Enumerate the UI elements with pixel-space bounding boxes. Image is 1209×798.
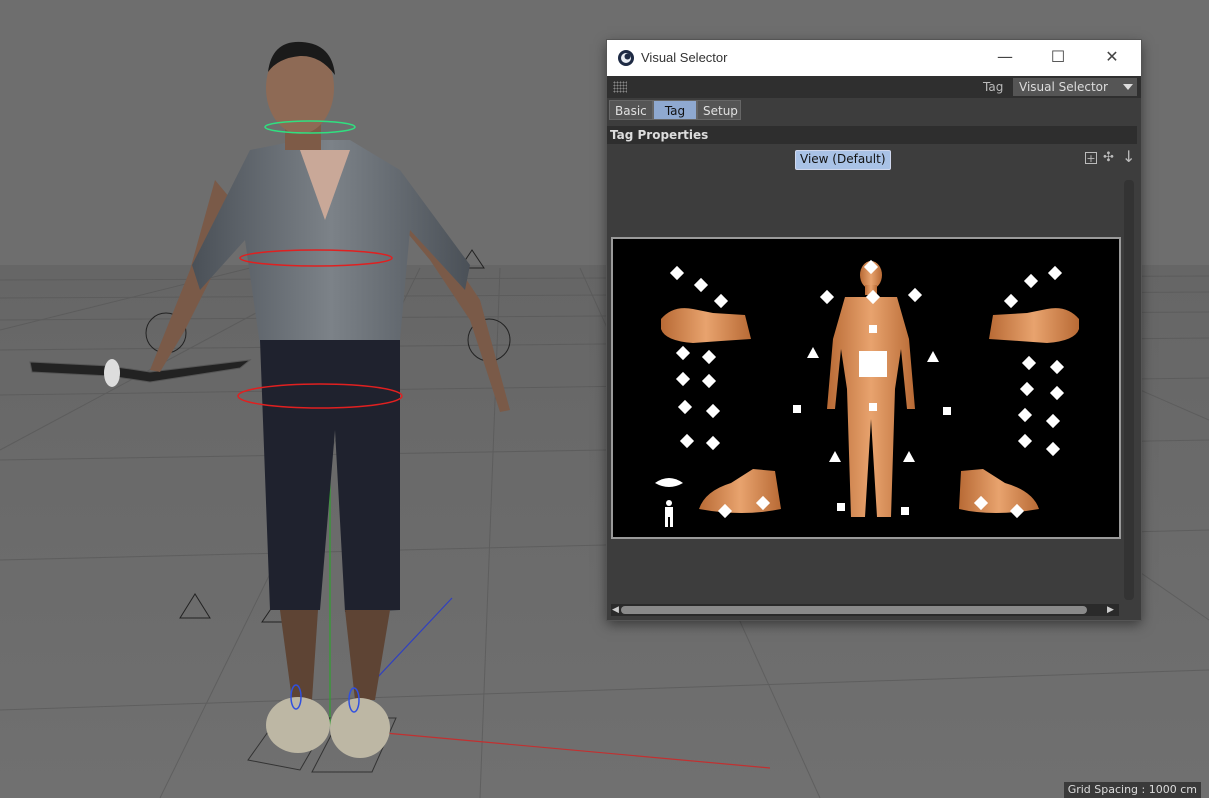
tab-setup[interactable]: Setup [697,100,741,120]
section-header[interactable]: Tag Properties [607,126,1137,144]
left-sandal [266,697,330,753]
grid-spacing-label: Grid Spacing : 1000 cm [1063,782,1201,798]
selector-handle-square[interactable] [901,507,909,515]
scrollbar-thumb[interactable] [621,606,1087,614]
scroll-right-icon[interactable]: ▶ [1107,605,1114,615]
selector-handle-diamond[interactable] [1045,441,1061,457]
right-sandal [330,698,390,758]
mouth-icon[interactable] [655,478,683,487]
minimize-button[interactable]: — [982,40,1028,76]
window-titlebar[interactable]: Visual Selector — ☐ ✕ [607,40,1141,76]
selector-handle-diamond[interactable] [1017,407,1033,423]
tag-type-dropdown[interactable]: Visual Selector [1013,78,1137,96]
scroll-left-icon[interactable]: ◀ [612,605,619,615]
horizontal-scrollbar[interactable]: ◀ ▶ [611,604,1119,616]
window-title: Visual Selector [641,50,728,65]
view-default-button[interactable]: View (Default) [795,150,891,170]
selector-handle-diamond[interactable] [1045,413,1061,429]
selector-handle-diamond[interactable] [679,433,695,449]
selector-handle-square[interactable] [869,403,877,411]
tag-label: Tag [983,80,1004,94]
selector-handle-square[interactable] [869,325,877,333]
selector-handle-diamond[interactable] [1019,381,1035,397]
selector-handle-diamond[interactable] [713,293,729,309]
selector-handle-triangle[interactable] [807,347,819,358]
chevron-down-icon [1123,84,1133,90]
tab-bar: Basic Tag Setup [607,100,1141,122]
left-foot-image [699,469,781,513]
selector-handle-triangle[interactable] [829,451,841,462]
tag-type-value: Visual Selector [1019,80,1108,94]
selector-handle-diamond[interactable] [669,265,685,281]
selector-handle-diamond[interactable] [1017,433,1033,449]
close-button[interactable]: ✕ [1089,40,1135,76]
visual-selector-window[interactable]: Visual Selector — ☐ ✕ Tag Visual Selecto… [607,40,1141,620]
selector-handle-diamond[interactable] [705,403,721,419]
left-hand-image [661,308,751,343]
tab-tag[interactable]: Tag [653,100,697,120]
tab-basic[interactable]: Basic [609,100,653,120]
selector-handle-diamond[interactable] [675,371,691,387]
selector-handle-diamond[interactable] [907,287,923,303]
visual-selector-canvas[interactable] [611,237,1121,539]
selector-handle-diamond[interactable] [1003,293,1019,309]
selector-handle-diamond[interactable] [677,399,693,415]
selector-handle-diamond[interactable] [675,345,691,361]
selector-handle-diamond[interactable] [701,349,717,365]
selector-handle-diamond[interactable] [705,435,721,451]
selector-handle-triangle[interactable] [903,451,915,462]
cinema4d-icon [618,50,634,66]
selector-handle-diamond[interactable] [1021,355,1037,371]
selector-handle-diamond[interactable] [1049,359,1065,375]
move-icon[interactable]: ✣ [1103,150,1114,166]
maximize-button[interactable]: ☐ [1035,40,1081,76]
attribute-toolbar: Tag Visual Selector [607,76,1141,98]
right-hand-image [989,308,1079,343]
selector-handle-diamond[interactable] [1049,385,1065,401]
selector-handle-chest[interactable] [859,351,887,377]
selector-handle-square[interactable] [837,503,845,511]
selector-handle-square[interactable] [943,407,951,415]
selector-handle-diamond[interactable] [701,373,717,389]
selector-handle-diamond[interactable] [1023,273,1039,289]
vertical-scrollbar[interactable] [1124,180,1134,600]
right-foot-image [959,469,1039,513]
arrow-down-icon[interactable]: ↓ [1122,148,1135,166]
selector-handle-square[interactable] [793,405,801,413]
selector-handle-triangle[interactable] [927,351,939,362]
selector-handle-diamond[interactable] [1047,265,1063,281]
add-icon[interactable]: + [1085,152,1097,164]
grip-icon[interactable] [613,81,627,93]
selector-handle-diamond[interactable] [693,277,709,293]
selector-handle-diamond[interactable] [819,289,835,305]
person-icon[interactable] [665,500,673,527]
